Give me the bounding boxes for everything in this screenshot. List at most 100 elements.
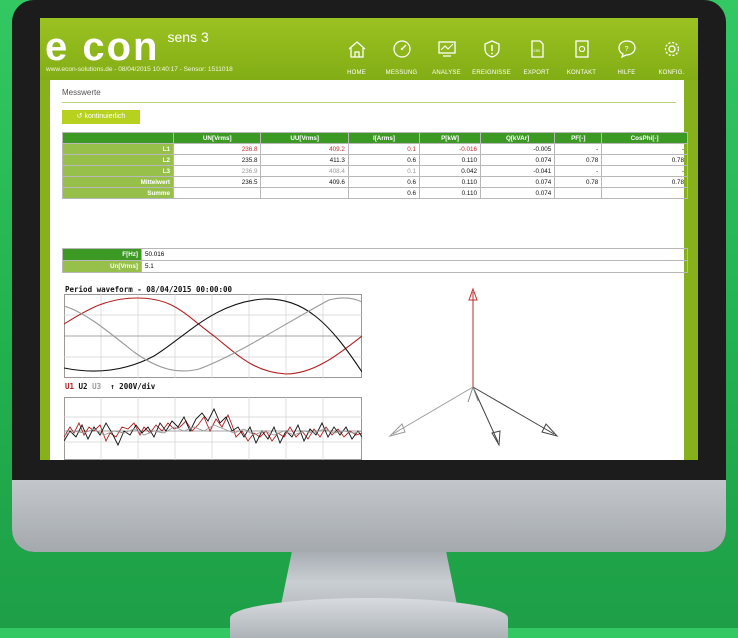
- table-header: PF[-]: [554, 132, 603, 144]
- table-cell: -0.016: [419, 143, 481, 155]
- table-cell: 0.074: [479, 176, 556, 188]
- table-cell: 0.6: [347, 176, 421, 188]
- table-row: Mittelwert 236.5 409.6 0.6 0.110 0.074 0…: [62, 176, 688, 188]
- table-cell: -: [554, 165, 603, 177]
- nav-home-label: HOME: [347, 70, 366, 76]
- table-cell: 0.074: [479, 154, 556, 166]
- svg-text:?: ?: [624, 46, 628, 53]
- table-cell: 236.5: [172, 176, 262, 188]
- gear-icon: [664, 41, 679, 57]
- table-cell: 0.78: [601, 154, 688, 166]
- unbalance-value: 5.1: [141, 260, 688, 273]
- table-cell: 0.6: [347, 187, 421, 199]
- waveform-legend: U1 U2 U3 ↑ 200V/div: [65, 382, 155, 391]
- table-row: Summe 0.6 0.110 0.074: [62, 187, 688, 199]
- shield-icon: [483, 40, 500, 58]
- page-title: Messwerte: [62, 88, 101, 97]
- csv-file-icon: csv: [530, 40, 544, 58]
- table-cell: -: [554, 143, 603, 155]
- u3-arrowhead: [388, 423, 406, 437]
- table-cell: 0.6: [347, 154, 421, 166]
- gauge-icon: [392, 40, 411, 58]
- row-label: Summe: [62, 187, 174, 199]
- logo-sub: sens 3: [167, 29, 209, 45]
- title-divider: [62, 102, 676, 103]
- table-row: L3 236.9 408.4 0.1 0.042 -0.041 - -: [62, 165, 688, 177]
- frequency-row: F[Hz] 50.016: [62, 248, 688, 261]
- u2-arrowhead: [541, 423, 559, 437]
- nav-ereignisse-label: EREIGNISSE: [472, 70, 511, 76]
- table-cell: 409.6: [260, 176, 349, 188]
- table-cell: [172, 187, 262, 199]
- nav-home[interactable]: HOME: [334, 40, 379, 79]
- legend-u1: U1: [65, 382, 75, 391]
- table-cell: 411.3: [260, 154, 349, 166]
- frequency-table: F[Hz] 50.016 Un[Vrms] 5.1: [62, 248, 688, 273]
- nav-konfig-label: KONFIG.: [658, 70, 685, 76]
- u3-phasor: [392, 386, 474, 435]
- nav-export[interactable]: csv EXPORT: [514, 40, 559, 79]
- logo[interactable]: e con sens 3: [45, 25, 209, 69]
- table-header: [62, 132, 174, 144]
- analysis-icon: [437, 41, 456, 57]
- nav-kontakt[interactable]: KONTAKT: [559, 40, 604, 79]
- svg-text:csv: csv: [533, 48, 541, 53]
- table-cell: 0.78: [554, 154, 603, 166]
- frequency-label: F[Hz]: [62, 248, 142, 261]
- period-waveform-plot: [64, 294, 362, 378]
- nav-analyse-label: ANALYSE: [432, 70, 461, 76]
- nav-kontakt-label: KONTAKT: [566, 70, 597, 76]
- table-cell: 0.110: [419, 187, 481, 199]
- legend-scale: ↑ 200V/div: [110, 382, 156, 391]
- nav-hilfe[interactable]: ? HILFE: [604, 40, 649, 79]
- legend-u3: U3: [92, 382, 102, 391]
- table-header: UN[Vrms]: [172, 132, 262, 144]
- nav-konfig[interactable]: KONFIG.: [649, 40, 694, 79]
- current-waveform-plot: [64, 397, 362, 460]
- unbalance-row: Un[Vrms] 5.1: [62, 260, 688, 273]
- table-cell: 236.8: [172, 143, 262, 155]
- table-cell: 408.4: [260, 165, 349, 177]
- table-row: L1 236.8 409.2 0.1 -0.016 -0.005 - -: [62, 143, 688, 155]
- measurement-table: UN[Vrms] UU[Vrms] I[Arms] P[kW] Q[kVAr] …: [62, 132, 688, 199]
- left-frame: [40, 80, 50, 460]
- help-icon: ?: [617, 40, 636, 58]
- table-cell: 0.074: [479, 187, 556, 199]
- nav-messung[interactable]: MESSUNG: [379, 40, 424, 79]
- table-cell: -: [601, 143, 688, 155]
- nav-analyse[interactable]: ANALYSE: [424, 40, 469, 79]
- table-cell: [601, 187, 688, 199]
- monitor-stand-base: [230, 598, 508, 638]
- table-cell: -: [601, 165, 688, 177]
- legend-u2: U2: [78, 382, 88, 391]
- row-label: L2: [62, 154, 174, 166]
- table-cell: 0.042: [419, 165, 481, 177]
- table-cell: 235.8: [172, 154, 262, 166]
- row-label: Mittelwert: [62, 176, 174, 188]
- table-cell: [554, 187, 603, 199]
- main-nav: HOME MESSUNG ANALYSE EREIGNISSE csv EXPO…: [334, 40, 694, 79]
- monitor-chin: [12, 480, 726, 552]
- table-header: I[Arms]: [347, 132, 421, 144]
- table-cell: 0.78: [601, 176, 688, 188]
- continuous-button[interactable]: ↺ kontinuierlich: [62, 110, 140, 124]
- logo-main: e con: [45, 25, 160, 69]
- table-cell: 0.1: [347, 143, 421, 155]
- unbalance-label: Un[Vrms]: [62, 260, 142, 273]
- frequency-value: 50.016: [141, 248, 688, 261]
- nav-export-label: EXPORT: [523, 70, 550, 76]
- row-label: L1: [62, 143, 174, 155]
- app-header: e con sens 3 www.econ-solutions.de - 08/…: [40, 18, 698, 80]
- table-cell: -0.005: [479, 143, 556, 155]
- table-cell: -0.041: [479, 165, 556, 177]
- nav-hilfe-label: HILFE: [617, 70, 636, 76]
- nav-ereignisse[interactable]: EREIGNISSE: [469, 40, 514, 79]
- table-cell: 236.9: [172, 165, 262, 177]
- home-icon: [348, 41, 365, 58]
- table-cell: 0.1: [347, 165, 421, 177]
- waveform-title: Period waveform - 08/04/2015 00:00:00: [65, 285, 233, 294]
- row-label: L3: [62, 165, 174, 177]
- table-cell: 0.110: [419, 154, 481, 166]
- table-header: Q[kVAr]: [479, 132, 556, 144]
- table-cell: 0.78: [554, 176, 603, 188]
